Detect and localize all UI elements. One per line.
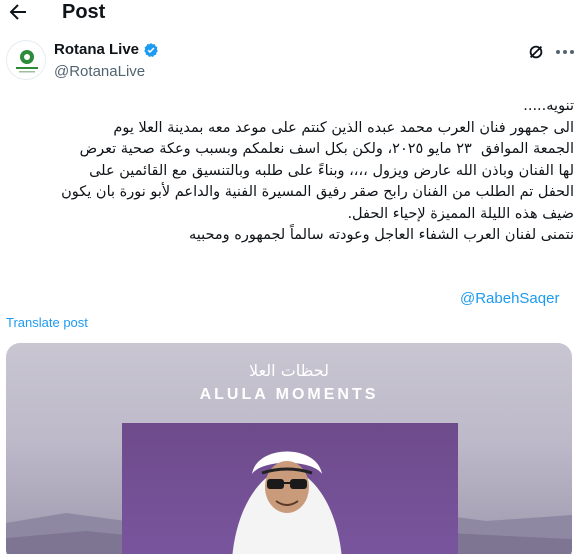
tweet-line: لها الفنان وباذن الله عارض ويزول ،،،، وب… [89, 162, 574, 179]
mention-link[interactable]: @RabehSaqer [460, 290, 559, 307]
page-title: Post [62, 1, 106, 23]
back-button[interactable] [6, 0, 30, 24]
avatar[interactable] [6, 40, 46, 80]
tweet-line: الحفل تم الطلب من الفنان رابح صقر رفيق ا… [61, 184, 574, 200]
top-bar: Post [0, 0, 588, 28]
tweet-line: الجمعة الموافق ٢٣ مايو ٢٠٢٥، ولكن بكل اس… [79, 141, 574, 157]
rotana-logo-icon [16, 50, 38, 73]
author-handle[interactable]: @RotanaLive [54, 63, 145, 80]
translate-post-link[interactable]: Translate post [6, 315, 88, 330]
media-title: ALULA MOMENTS [199, 386, 379, 403]
tweet-line: ضيف هذه الليلة المميزة لإحياء الحفل. [347, 205, 574, 222]
tweet-line: الى جمهور فنان العرب محمد عبده الذين كنت… [113, 119, 574, 136]
tweet-text: تنويه..... الى جمهور فنان العرب محمد عبد… [6, 96, 582, 247]
verified-badge-icon [144, 42, 158, 57]
more-options-icon[interactable] [554, 43, 576, 61]
artist-portrait [232, 451, 342, 554]
tweet-line: تنويه..... [523, 98, 574, 114]
display-name[interactable]: Rotana Live [54, 41, 139, 58]
grok-icon[interactable] [527, 43, 545, 61]
media-image[interactable]: لحظات العلا ALULA MOMENTS [6, 343, 572, 554]
tweet-line: نتمنى لفنان العرب الشفاء العاجل وعودته س… [189, 227, 574, 243]
author-name-row: Rotana Live [54, 41, 159, 58]
arrow-left-icon [9, 4, 26, 20]
media-arabic-title: لحظات العلا [249, 361, 329, 380]
